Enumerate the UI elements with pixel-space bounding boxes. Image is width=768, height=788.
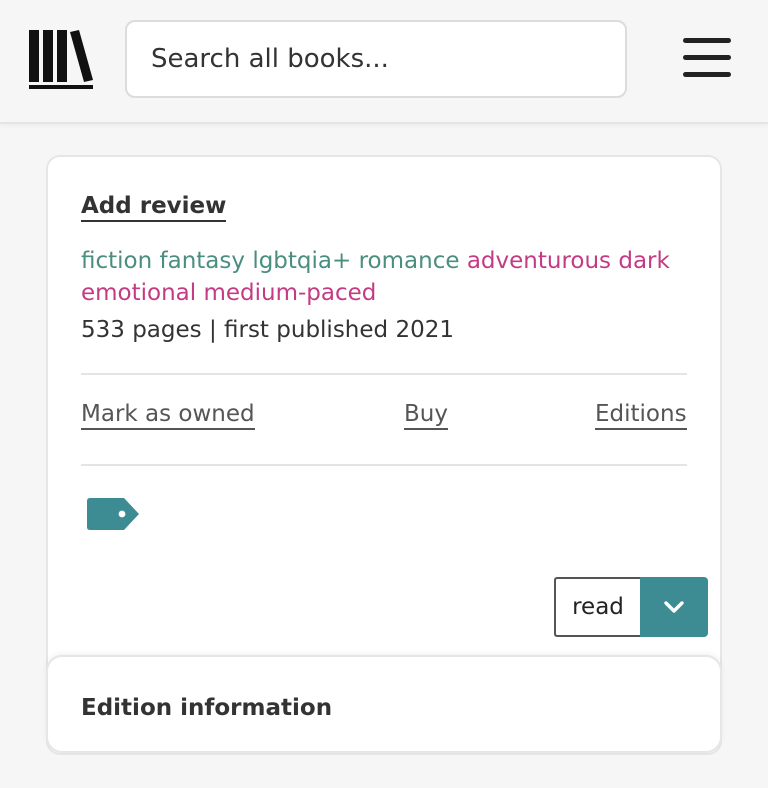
divider: [81, 373, 687, 375]
tag-list: fiction fantasy lgbtqia+ romance adventu…: [81, 245, 681, 309]
edition-information-panel[interactable]: Edition information: [46, 655, 722, 753]
tag-icon[interactable]: [86, 497, 140, 531]
divider: [81, 464, 687, 466]
status-dropdown-button[interactable]: [640, 577, 708, 637]
reading-status-control: read: [554, 577, 708, 637]
top-bar: [0, 0, 768, 124]
mood-tag[interactable]: medium-paced: [203, 280, 376, 306]
genre-tag[interactable]: fantasy: [160, 248, 245, 274]
genre-tag[interactable]: romance: [359, 248, 460, 274]
genre-tag[interactable]: fiction: [81, 248, 152, 274]
book-meta: 533 pages | first published 2021: [81, 317, 454, 343]
editions-link[interactable]: Editions: [595, 401, 687, 430]
search-input[interactable]: [125, 20, 627, 98]
reading-status-button[interactable]: read: [554, 577, 640, 637]
hamburger-menu-icon[interactable]: [683, 38, 731, 80]
genre-tag[interactable]: lgbtqia+: [252, 248, 351, 274]
add-review-link[interactable]: Add review: [81, 193, 227, 222]
mark-as-owned-link[interactable]: Mark as owned: [81, 401, 255, 430]
chevron-down-icon: [664, 601, 684, 613]
mood-tag[interactable]: adventurous: [467, 248, 611, 274]
edition-information-title: Edition information: [81, 695, 333, 721]
mood-tag[interactable]: emotional: [81, 280, 196, 306]
library-books-icon[interactable]: [29, 30, 95, 90]
buy-link[interactable]: Buy: [404, 401, 448, 430]
mood-tag[interactable]: dark: [618, 248, 669, 274]
